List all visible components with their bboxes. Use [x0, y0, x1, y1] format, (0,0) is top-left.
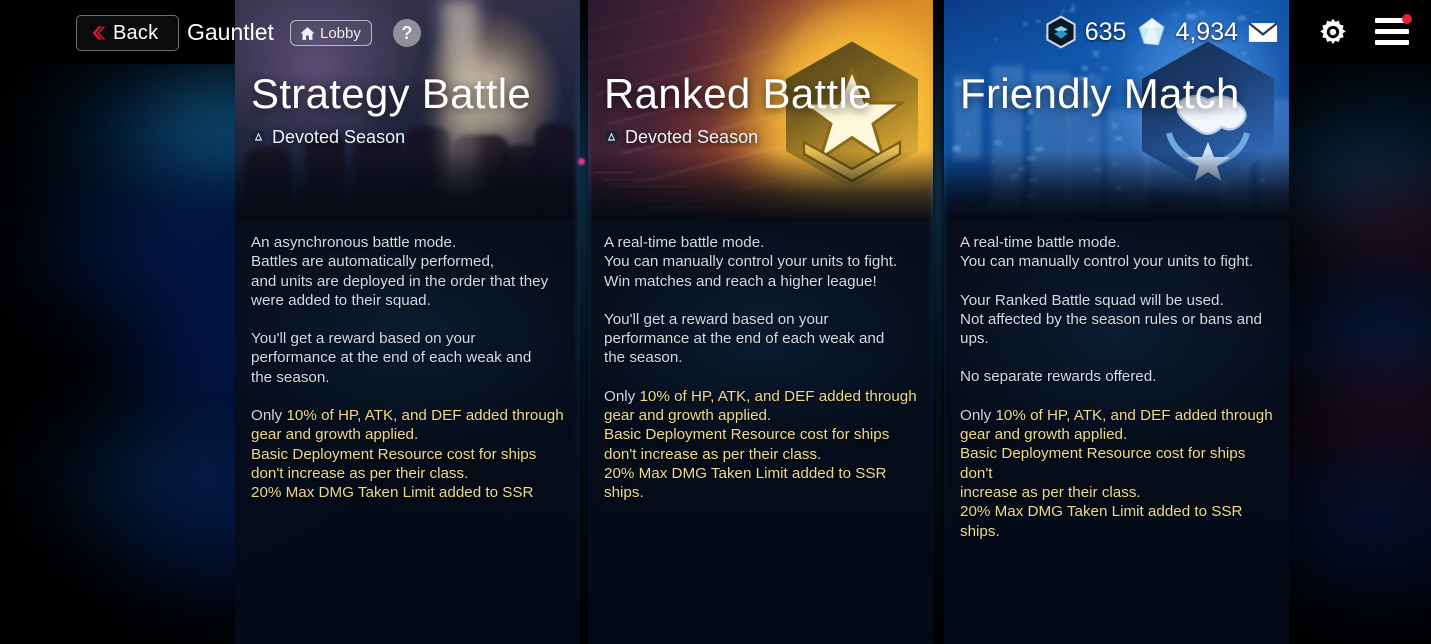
- battle-mode-panel-friendly-match[interactable]: Friendly Match A real-time battle mode. Yo…: [944, 0, 1289, 644]
- panel-title: Strategy Battle: [251, 70, 531, 118]
- rule-lead-word: Only: [960, 407, 995, 424]
- battle-mode-panel-list: Strategy Battle Devoted Season An asynchro…: [0, 0, 1431, 644]
- description-line: A real-time battle mode.: [960, 233, 1281, 252]
- rule-line: don't increase as per their class.: [604, 445, 925, 464]
- panel-description: A real-time battle mode. You can manually…: [960, 233, 1281, 560]
- menu-button[interactable]: [1375, 18, 1409, 46]
- currency-value: 635: [1085, 18, 1127, 47]
- description-line: Win matches and reach a higher league!: [604, 272, 925, 291]
- gear-icon: [1318, 17, 1348, 47]
- game-screen: Strategy Battle Devoted Season An asynchro…: [0, 0, 1431, 644]
- back-button[interactable]: Back: [76, 15, 179, 51]
- panel-description: A real-time battle mode. You can manually…: [604, 233, 925, 522]
- description-line: were added to their squad.: [251, 291, 572, 310]
- panel-divider: [577, 0, 589, 644]
- description-paragraph: You'll get a reward based on your perform…: [604, 310, 925, 368]
- mail-button[interactable]: [1248, 21, 1278, 44]
- panel-subtitle: Devoted Season: [251, 127, 405, 148]
- lobby-button-label: Lobby: [320, 25, 361, 42]
- battle-mode-panel-strategy-battle[interactable]: Strategy Battle Devoted Season An asynchro…: [235, 0, 580, 644]
- rule-line: 20% Max DMG Taken Limit added to SSR: [251, 483, 572, 502]
- gem-display[interactable]: 4,934: [1136, 16, 1238, 48]
- page-title: Gauntlet: [187, 19, 274, 46]
- back-button-label: Back: [113, 22, 158, 45]
- top-bar-right-backdrop: [1290, 0, 1431, 64]
- rule-line: Only 10% of HP, ATK, and DEF added throu…: [251, 406, 572, 425]
- description-line: A real-time battle mode.: [604, 233, 925, 252]
- panel-rules: Only 10% of HP, ATK, and DEF added throu…: [960, 406, 1281, 541]
- question-mark-icon: ?: [402, 24, 413, 42]
- rule-line: 20% Max DMG Taken Limit added to SSR: [604, 464, 925, 483]
- rule-line: Only 10% of HP, ATK, and DEF added throu…: [604, 387, 925, 406]
- description-paragraph: You'll get a reward based on your perform…: [251, 329, 572, 387]
- panel-subtitle-label: Devoted Season: [272, 127, 405, 148]
- description-paragraph: A real-time battle mode. You can manually…: [960, 233, 1281, 272]
- description-line: You'll get a reward based on your: [251, 329, 572, 348]
- rule-line: gear and growth applied.: [604, 406, 925, 425]
- accent-dot: [578, 158, 585, 165]
- description-line: You can manually control your units to f…: [960, 252, 1281, 271]
- rule-line: increase as per their class.: [960, 483, 1281, 502]
- rule-line: Only 10% of HP, ATK, and DEF added throu…: [960, 406, 1281, 425]
- panel-subtitle: Devoted Season: [604, 127, 758, 148]
- description-paragraph: Your Ranked Battle squad will be used. No…: [960, 291, 1281, 349]
- panel-subtitle-label: Devoted Season: [625, 127, 758, 148]
- description-paragraph: An asynchronous battle mode. Battles are …: [251, 233, 572, 310]
- chevron-left-icon: [87, 23, 107, 43]
- gem-value: 4,934: [1175, 18, 1238, 47]
- description-line: ups.: [960, 329, 1281, 348]
- rule-line-text: 10% of HP, ATK, and DEF added through: [995, 407, 1272, 424]
- rule-line: gear and growth applied.: [960, 425, 1281, 444]
- description-line: Battles are automatically performed,: [251, 252, 572, 271]
- rule-line-text: 10% of HP, ATK, and DEF added through: [639, 388, 916, 405]
- description-line: You can manually control your units to f…: [604, 252, 925, 271]
- description-paragraph: A real-time battle mode. You can manually…: [604, 233, 925, 291]
- top-bar: Back Gauntlet Lobby ? 635 4,934: [0, 0, 1431, 64]
- description-line: and units are deployed in the order that…: [251, 272, 572, 291]
- rule-line: Basic Deployment Resource cost for ships: [251, 445, 572, 464]
- panel-title: Ranked Battle: [604, 70, 872, 118]
- settings-button[interactable]: [1318, 17, 1348, 47]
- description-line: Your Ranked Battle squad will be used.: [960, 291, 1281, 310]
- hexagon-token-icon: [1044, 15, 1078, 49]
- rule-line: 20% Max DMG Taken Limit added to SSR shi…: [960, 502, 1281, 541]
- rule-line: don't increase as per their class.: [251, 464, 572, 483]
- panel-title: Friendly Match: [960, 70, 1240, 118]
- rule-lead-word: Only: [251, 407, 286, 424]
- description-line: performance at the end of each weak and: [251, 348, 572, 367]
- description-line: An asynchronous battle mode.: [251, 233, 572, 252]
- rule-line-text: 10% of HP, ATK, and DEF added through: [286, 407, 563, 424]
- rule-line: ships.: [604, 483, 925, 502]
- description-line: performance at the end of each weak and: [604, 329, 925, 348]
- description-line: Not affected by the season rules or bans…: [960, 310, 1281, 329]
- description-line: You'll get a reward based on your: [604, 310, 925, 329]
- season-emblem-icon: [251, 130, 266, 145]
- description-line: the season.: [251, 368, 572, 387]
- notification-dot: [1402, 14, 1412, 24]
- season-emblem-icon: [604, 130, 619, 145]
- description-line: the season.: [604, 348, 925, 367]
- panel-rules: Only 10% of HP, ATK, and DEF added throu…: [604, 387, 925, 503]
- description-line: No separate rewards offered.: [960, 367, 1281, 386]
- rule-line: Basic Deployment Resource cost for ships…: [960, 444, 1281, 483]
- diamond-gem-icon: [1136, 16, 1168, 48]
- panel-divider: [932, 0, 944, 644]
- currency-display[interactable]: 635: [1044, 15, 1127, 49]
- panel-rules: Only 10% of HP, ATK, and DEF added throu…: [251, 406, 572, 502]
- rule-line: Basic Deployment Resource cost for ships: [604, 425, 925, 444]
- rule-line: gear and growth applied.: [251, 425, 572, 444]
- envelope-icon: [1248, 21, 1278, 44]
- battle-mode-panel-ranked-battle[interactable]: Ranked Battle Devoted Season A real-time b…: [588, 0, 933, 644]
- hud-resources: 635 4,934: [1044, 0, 1290, 64]
- description-paragraph: No separate rewards offered.: [960, 367, 1281, 386]
- panel-description: An asynchronous battle mode. Battles are …: [251, 233, 572, 522]
- lobby-button[interactable]: Lobby: [290, 20, 372, 46]
- help-button[interactable]: ?: [393, 19, 421, 47]
- rule-lead-word: Only: [604, 388, 639, 405]
- home-icon: [299, 25, 316, 42]
